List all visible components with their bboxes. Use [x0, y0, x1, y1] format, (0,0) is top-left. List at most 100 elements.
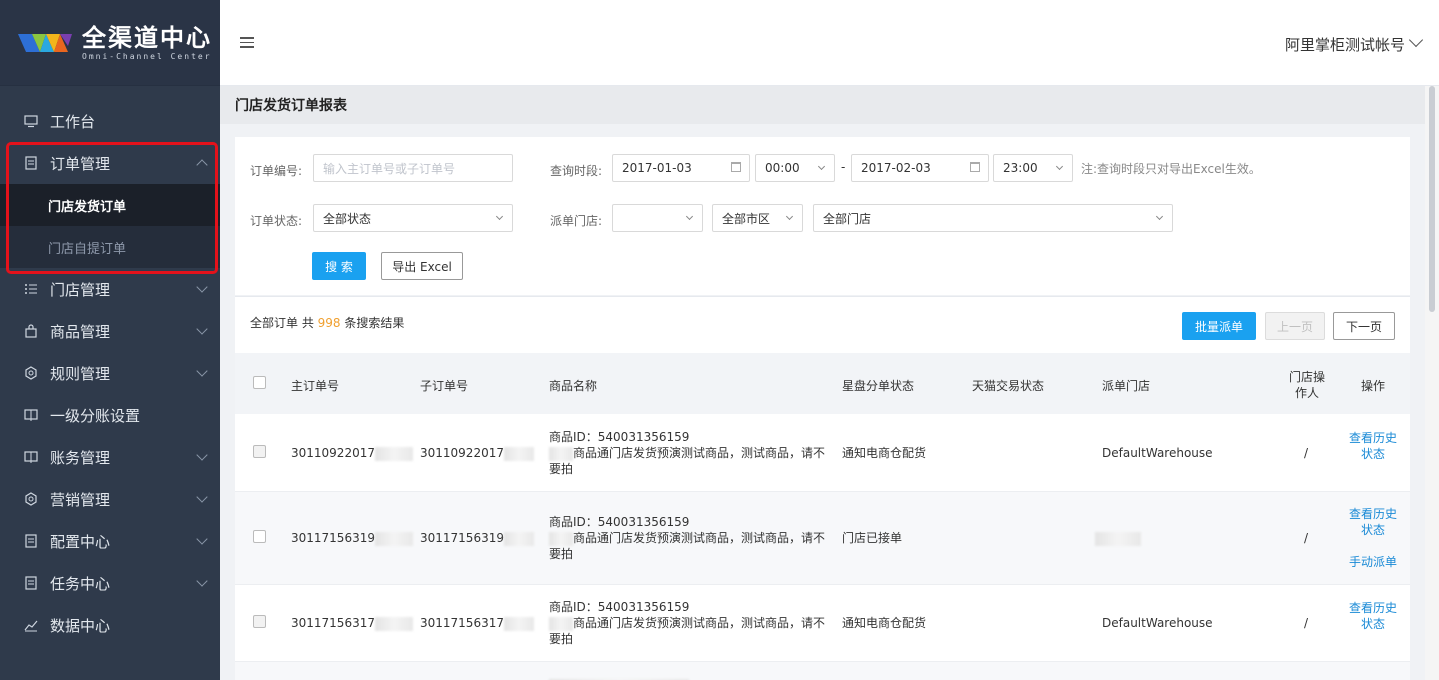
order-status-select[interactable]: 全部状态 — [313, 204, 513, 232]
results-prefix: 全部订单 共 — [250, 316, 318, 330]
table-header: 主订单号 子订单号 商品名称 星盘分单状态 天猫交易状态 派单门店 门店操作人 … — [235, 353, 1410, 414]
ledger-icon — [24, 450, 38, 464]
view-history-link[interactable]: 查看历史状态 — [1347, 430, 1399, 462]
manual-dispatch-link[interactable]: 手动派单 — [1347, 554, 1399, 570]
column-header: 派单门店 — [1102, 379, 1151, 393]
sidebar-item-level1-split[interactable]: 一级分账设置 — [0, 394, 220, 436]
chevron-down-icon — [817, 162, 826, 171]
sub-order-no: 30110922017 — [420, 445, 534, 461]
store-select[interactable]: 全部门店 — [813, 204, 1173, 232]
sidebar-item-stores[interactable]: 门店管理 — [0, 268, 220, 310]
main-order-no: 30117156317 — [291, 615, 413, 631]
next-page-button[interactable]: 下一页 — [1333, 312, 1395, 340]
highlight-box — [6, 142, 218, 274]
row-checkbox[interactable] — [253, 615, 266, 628]
sidebar-item-label: 营销管理 — [50, 490, 111, 509]
sidebar-item-label: 商品管理 — [50, 322, 111, 341]
sidebar-item-label: 配置中心 — [50, 532, 111, 551]
end-date-input[interactable]: 2017-02-03 — [851, 154, 989, 182]
table-row — [235, 662, 1410, 680]
chevron-down-icon — [196, 365, 208, 377]
start-date-input[interactable]: 2017-01-03 — [612, 154, 750, 182]
page-title: 门店发货订单报表 — [220, 86, 1425, 124]
dispatch-store-label: 派单门店: — [550, 214, 603, 228]
chevron-down-icon — [196, 323, 208, 335]
select-all-checkbox[interactable] — [253, 376, 266, 389]
sidebar-item-tasks[interactable]: 任务中心 — [0, 562, 220, 604]
logo-subtitle: Omni-Channel Center — [82, 52, 212, 61]
monitor-icon — [24, 114, 38, 128]
product-name-line: 要拍 — [549, 632, 574, 646]
search-button[interactable]: 搜 索 — [312, 252, 366, 280]
scrollbar[interactable] — [1425, 86, 1439, 680]
menu-toggle-icon[interactable] — [240, 37, 254, 48]
column-header: 子订单号 — [420, 379, 469, 393]
chevron-down-icon[interactable] — [1408, 32, 1424, 48]
start-date-value: 2017-01-03 — [622, 161, 692, 175]
end-time-select[interactable]: 23:00 — [993, 154, 1073, 182]
column-header: 天猫交易状态 — [972, 379, 1045, 393]
sidebar-item-workbench[interactable]: 工作台 — [0, 100, 220, 142]
settings-icon — [24, 492, 38, 506]
dispatch-store — [1095, 530, 1141, 546]
sidebar-item-products[interactable]: 商品管理 — [0, 310, 220, 352]
sidebar-item-marketing[interactable]: 营销管理 — [0, 478, 220, 520]
column-header: 门店操作人 — [1288, 370, 1325, 400]
calendar-icon — [970, 162, 980, 172]
column-header: 操作 — [1361, 379, 1386, 393]
batch-dispatch-button[interactable]: 批量派单 — [1182, 312, 1256, 340]
chevron-down-icon — [685, 212, 694, 221]
sidebar-item-rules[interactable]: 规则管理 — [0, 352, 220, 394]
city-select[interactable]: 全部市区 — [712, 204, 803, 232]
order-status-label: 订单状态: — [250, 214, 303, 228]
store-operator: / — [1304, 531, 1309, 545]
results-count: 998 — [317, 316, 341, 330]
start-time-select[interactable]: 00:00 — [755, 154, 835, 182]
table-row: 30117156317 30117156317 商品ID：54003135615… — [235, 585, 1410, 662]
table-row: 30117156319 30117156319 商品ID：54003135615… — [235, 492, 1410, 585]
range-dash: - — [841, 160, 846, 174]
table-row: 30110922017 30110922017 商品ID：54003135615… — [235, 414, 1410, 492]
order-no-input[interactable]: 输入主订单号或子订单号 — [313, 154, 513, 182]
results-summary: 全部订单 共 998 条搜索结果 — [250, 314, 404, 331]
chevron-down-icon — [1155, 212, 1164, 221]
chevron-down-icon — [785, 212, 794, 221]
store-operator: / — [1304, 446, 1309, 460]
sidebar-item-accounts[interactable]: 账务管理 — [0, 436, 220, 478]
prev-page-button[interactable]: 上一页 — [1265, 312, 1325, 340]
view-history-link[interactable]: 查看历史状态 — [1347, 506, 1399, 538]
top-header: 阿里掌柜测试帐号 — [220, 0, 1439, 86]
end-time-value: 23:00 — [1003, 161, 1038, 175]
product-name-line: 商品通门店发货预演测试商品，测试商品，请不 — [573, 616, 826, 630]
sidebar-item-config[interactable]: 配置中心 — [0, 520, 220, 562]
main-order-no: 30110922017 — [291, 445, 413, 461]
row-checkbox[interactable] — [253, 530, 266, 543]
orders-table: 主订单号 子订单号 商品名称 星盘分单状态 天猫交易状态 派单门店 门店操作人 … — [235, 353, 1410, 680]
end-date-value: 2017-02-03 — [861, 161, 931, 175]
main-order-no: 30117156319 — [291, 530, 413, 546]
product-name-line: 要拍 — [549, 547, 574, 561]
sidebar-item-label: 任务中心 — [50, 574, 111, 593]
product-name-line: 商品通门店发货预演测试商品，测试商品，请不 — [573, 446, 826, 460]
sidebar: 全渠道中心 Omni-Channel Center 工作台 订单管理 门店发货订… — [0, 0, 220, 680]
sidebar-item-label: 一级分账设置 — [50, 406, 141, 425]
sidebar-item-label: 账务管理 — [50, 448, 111, 467]
store-value: 全部门店 — [823, 211, 872, 226]
scrollbar-thumb[interactable] — [1429, 86, 1435, 312]
chevron-down-icon — [1055, 162, 1064, 171]
sub-order-no: 30117156319 — [420, 530, 534, 546]
results-suffix: 条搜索结果 — [340, 316, 405, 330]
sidebar-item-data[interactable]: 数据中心 — [0, 604, 220, 646]
product-name: 商品ID：540031356159 商品通门店发货预演测试商品，测试商品，请不 … — [549, 514, 829, 562]
province-select[interactable] — [612, 204, 703, 232]
dispatch-store: DefaultWarehouse — [1102, 616, 1213, 630]
export-excel-button[interactable]: 导出 Excel — [381, 252, 463, 280]
store-operator: / — [1304, 616, 1309, 630]
sidebar-item-label: 数据中心 — [50, 616, 111, 635]
account-name[interactable]: 阿里掌柜测试帐号 — [1285, 34, 1405, 55]
product-id: 商品ID：540031356159 — [549, 515, 690, 529]
document-icon — [24, 534, 38, 548]
row-checkbox[interactable] — [253, 445, 266, 458]
view-history-link[interactable]: 查看历史状态 — [1347, 600, 1399, 632]
chart-icon — [24, 618, 38, 632]
